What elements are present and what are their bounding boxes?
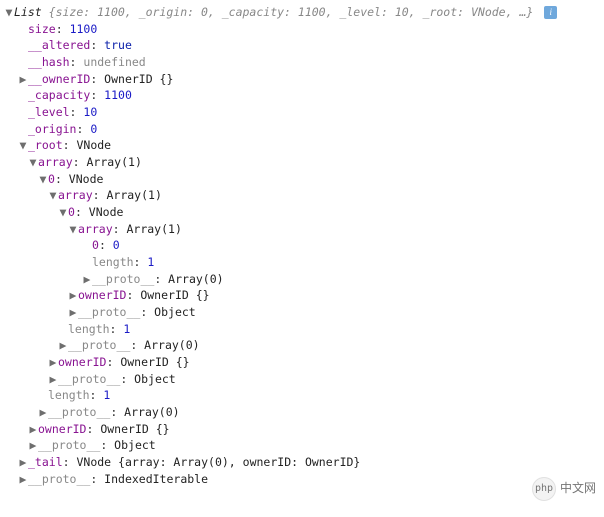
root-owner[interactable]: ▶ownerID: OwnerID {} (4, 421, 600, 438)
caret-down-icon[interactable]: ▼ (28, 154, 38, 171)
caret-down-icon[interactable]: ▼ (48, 187, 58, 204)
array-l2-proto[interactable]: ▶__proto__: Array(0) (4, 337, 600, 354)
prop-tail[interactable]: ▶_tail: VNode {array: Array(0), ownerID:… (4, 454, 600, 471)
prop-capacity[interactable]: _capacity: 1100 (4, 87, 600, 104)
prop-origin[interactable]: _origin: 0 (4, 121, 600, 138)
root-array-0[interactable]: ▼0: VNode (4, 171, 600, 188)
caret-right-icon[interactable]: ▶ (48, 354, 58, 371)
caret-down-icon[interactable]: ▼ (18, 137, 28, 154)
vnode-array-l2[interactable]: ▼array: Array(1) (4, 187, 600, 204)
caret-down-icon[interactable]: ▼ (58, 204, 68, 221)
prop-root[interactable]: ▼_root: VNode (4, 137, 600, 154)
list-header[interactable]: ▼List {size: 1100, _origin: 0, _capacity… (4, 4, 600, 21)
watermark: php 中文网 (532, 477, 596, 501)
prop-level[interactable]: _level: 10 (4, 104, 600, 121)
prop-size[interactable]: size: 1100 (4, 21, 600, 38)
vnode-l3-proto[interactable]: ▶__proto__: Object (4, 304, 600, 321)
vnode-l2-owner[interactable]: ▶ownerID: OwnerID {} (4, 354, 600, 371)
prop-altered[interactable]: __altered: true (4, 37, 600, 54)
caret-right-icon[interactable]: ▶ (82, 271, 92, 288)
prop-proto-final[interactable]: ▶__proto__: IndexedIterable (4, 471, 600, 488)
caret-down-icon[interactable]: ▼ (38, 171, 48, 188)
php-logo-icon: php (532, 477, 556, 501)
caret-right-icon[interactable]: ▶ (18, 454, 28, 471)
vnode-array-l3[interactable]: ▼array: Array(1) (4, 221, 600, 238)
vnode-l3-owner[interactable]: ▶ownerID: OwnerID {} (4, 287, 600, 304)
caret-right-icon[interactable]: ▶ (18, 71, 28, 88)
caret-right-icon[interactable]: ▶ (68, 287, 78, 304)
root-proto[interactable]: ▶__proto__: Object (4, 437, 600, 454)
array-length[interactable]: length: 1 (4, 254, 600, 271)
caret-right-icon[interactable]: ▶ (28, 437, 38, 454)
array-l1-proto[interactable]: ▶__proto__: Array(0) (4, 404, 600, 421)
caret-right-icon[interactable]: ▶ (58, 337, 68, 354)
root-array[interactable]: ▼array: Array(1) (4, 154, 600, 171)
vnode-array-l2-0[interactable]: ▼0: VNode (4, 204, 600, 221)
array-l1-length[interactable]: length: 1 (4, 387, 600, 404)
watermark-text: 中文网 (560, 480, 596, 497)
caret-down-icon[interactable]: ▼ (68, 221, 78, 238)
caret-right-icon[interactable]: ▶ (48, 371, 58, 388)
prop-ownerID[interactable]: ▶__ownerID: OwnerID {} (4, 71, 600, 88)
caret-right-icon[interactable]: ▶ (28, 421, 38, 438)
prop-hash[interactable]: __hash: undefined (4, 54, 600, 71)
caret-right-icon[interactable]: ▶ (38, 404, 48, 421)
array-proto[interactable]: ▶__proto__: Array(0) (4, 271, 600, 288)
caret-down-icon[interactable]: ▼ (4, 4, 14, 21)
caret-right-icon[interactable]: ▶ (18, 471, 28, 488)
caret-right-icon[interactable]: ▶ (68, 304, 78, 321)
vnode-l2-proto[interactable]: ▶__proto__: Object (4, 371, 600, 388)
array-index-0[interactable]: 0: 0 (4, 237, 600, 254)
array-l2-length[interactable]: length: 1 (4, 321, 600, 338)
object-summary: {size: 1100, _origin: 0, _capacity: 1100… (49, 5, 534, 19)
info-icon[interactable]: i (544, 6, 557, 19)
object-type: List (14, 5, 42, 19)
